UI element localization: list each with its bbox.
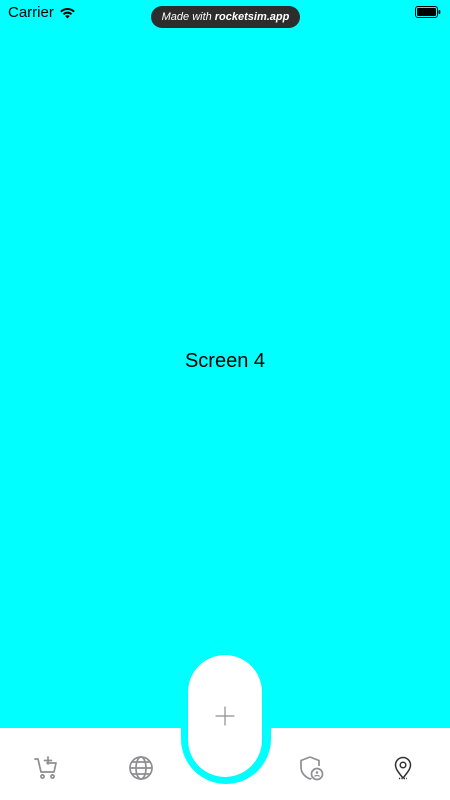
status-bar: Carrier Made with rocketsim.app bbox=[0, 0, 450, 28]
add-button[interactable] bbox=[188, 655, 262, 777]
watermark-brand: rocketsim.app bbox=[214, 11, 290, 23]
watermark-prefix: Made with bbox=[161, 11, 212, 23]
tab-shield[interactable] bbox=[297, 754, 325, 782]
carrier-indicator: Carrier bbox=[8, 4, 76, 21]
rocketsim-watermark: Made with rocketsim.app bbox=[151, 6, 300, 28]
wifi-icon bbox=[60, 8, 75, 19]
tab-location[interactable] bbox=[389, 754, 417, 782]
globe-icon bbox=[129, 756, 153, 780]
screen-title: Screen 4 bbox=[184, 350, 266, 372]
tab-cart[interactable] bbox=[32, 754, 60, 782]
tab-globe[interactable] bbox=[127, 754, 155, 782]
shield-user-icon bbox=[300, 756, 324, 781]
battery-icon bbox=[415, 6, 441, 18]
carrier-label: Carrier bbox=[8, 4, 54, 21]
location-pin-icon bbox=[394, 756, 412, 780]
app-screen: Carrier Made with rocketsim.app Screen 4 bbox=[0, 0, 450, 800]
plus-icon bbox=[215, 706, 235, 726]
cart-add-icon bbox=[34, 756, 57, 779]
